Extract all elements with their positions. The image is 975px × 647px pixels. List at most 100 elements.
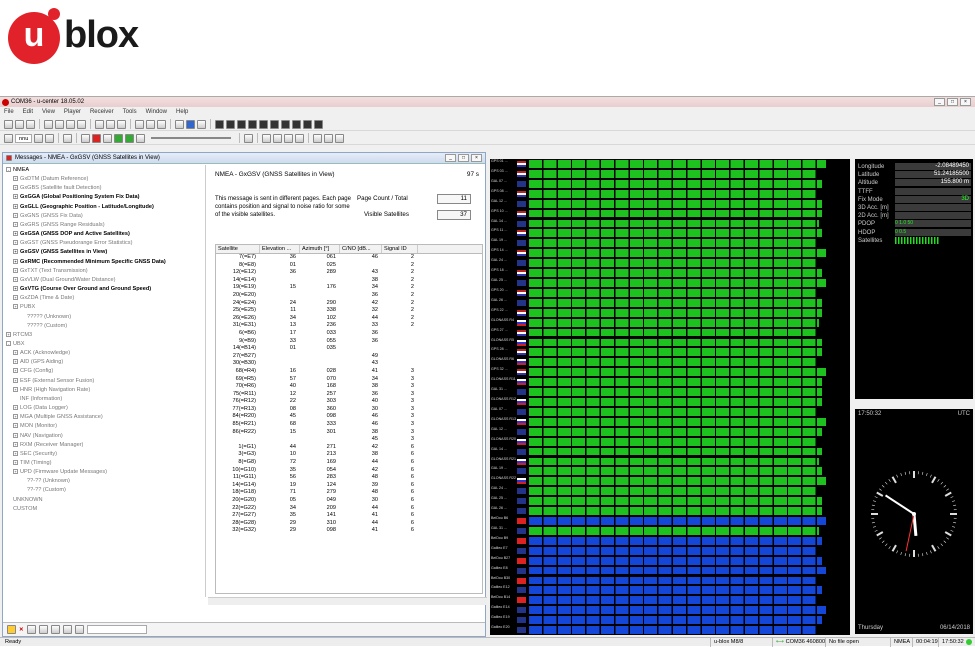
clock-icon[interactable] bbox=[270, 120, 279, 129]
export-icon[interactable] bbox=[75, 625, 84, 634]
column-header[interactable]: Signal ID bbox=[382, 245, 418, 253]
tree-item[interactable]: +GxVTG (Course Over Ground and Ground Sp… bbox=[3, 285, 205, 294]
expand-icon[interactable]: + bbox=[13, 176, 18, 181]
tree-item[interactable]: +GxGGA (Global Positioning System Fix Da… bbox=[3, 193, 205, 202]
tree-item[interactable]: +ACK (Acknowledge) bbox=[3, 349, 205, 358]
lock-icon[interactable] bbox=[117, 120, 126, 129]
search-icon[interactable] bbox=[34, 134, 43, 143]
tree-item[interactable]: +CFG (Config) bbox=[3, 367, 205, 376]
view-icon[interactable] bbox=[175, 120, 184, 129]
record-icon[interactable] bbox=[92, 134, 101, 143]
signal-icon[interactable] bbox=[248, 120, 257, 129]
minimize-button[interactable]: _ bbox=[934, 98, 945, 106]
tree-item[interactable]: +SEC (Security) bbox=[3, 450, 205, 459]
lock-icon[interactable] bbox=[106, 120, 115, 129]
expand-icon[interactable]: + bbox=[13, 213, 18, 218]
copy-icon[interactable] bbox=[66, 120, 75, 129]
tree-item[interactable]: +RXM (Receiver Manager) bbox=[3, 441, 205, 450]
menu-item[interactable]: Window bbox=[146, 109, 167, 115]
expand-icon[interactable]: + bbox=[13, 405, 18, 410]
save-icon[interactable] bbox=[15, 120, 24, 129]
expand-icon[interactable]: + bbox=[13, 249, 18, 254]
map-icon[interactable] bbox=[226, 120, 235, 129]
info-icon[interactable] bbox=[314, 120, 323, 129]
tree-item[interactable]: ????? (Unknown) bbox=[3, 313, 205, 322]
tree-item[interactable]: +MGA (Multiple GNSS Assistance) bbox=[3, 413, 205, 422]
menu-item[interactable]: Edit bbox=[23, 109, 33, 115]
tree-item[interactable]: UNKNOWN bbox=[3, 496, 205, 505]
marker-icon[interactable] bbox=[273, 134, 282, 143]
rewind-icon[interactable] bbox=[103, 134, 112, 143]
tree-item[interactable]: +GxGBS (Satellite fault Detection) bbox=[3, 184, 205, 193]
tree-item[interactable]: +NAV (Navigation) bbox=[3, 432, 205, 441]
cut-icon[interactable] bbox=[55, 120, 64, 129]
end-icon[interactable] bbox=[244, 134, 253, 143]
expand-icon[interactable]: + bbox=[13, 460, 18, 465]
forward-icon[interactable] bbox=[136, 134, 145, 143]
sky-view-icon[interactable] bbox=[215, 120, 224, 129]
detail-scrollbar[interactable] bbox=[208, 597, 487, 605]
tree-item[interactable]: ????? (Custom) bbox=[3, 322, 205, 331]
pause-icon[interactable] bbox=[81, 134, 90, 143]
expand-icon[interactable]: + bbox=[13, 469, 18, 474]
filter-icon[interactable] bbox=[63, 625, 72, 634]
step-icon[interactable] bbox=[125, 134, 134, 143]
deviation-icon[interactable] bbox=[237, 120, 246, 129]
expand-icon[interactable]: + bbox=[13, 231, 18, 236]
gauge-icon[interactable] bbox=[281, 120, 290, 129]
menu-item[interactable]: Tools bbox=[123, 109, 137, 115]
baud-select[interactable]: nnu bbox=[15, 134, 32, 143]
tool-icon[interactable] bbox=[324, 134, 333, 143]
satellite-icon[interactable] bbox=[303, 120, 312, 129]
tree-item[interactable]: +GxGSV (GNSS Satellites in View) bbox=[3, 248, 205, 257]
tree-item[interactable]: +ESF (External Sensor Fusion) bbox=[3, 377, 205, 386]
expand-icon[interactable]: + bbox=[13, 368, 18, 373]
tree-item[interactable]: +GxGST (GNSS Pseudorange Error Statistic… bbox=[3, 239, 205, 248]
tree-item[interactable]: ??-?? (Custom) bbox=[3, 486, 205, 495]
messages-maximize-button[interactable]: □ bbox=[458, 154, 469, 162]
window-icon[interactable] bbox=[146, 120, 155, 129]
expand-icon[interactable]: + bbox=[13, 423, 18, 428]
expand-icon[interactable]: + bbox=[13, 433, 18, 438]
tree-item[interactable]: +GxGRS (GNSS Range Residuals) bbox=[3, 221, 205, 230]
tree-item[interactable]: +HNR (High Navigation Rate) bbox=[3, 386, 205, 395]
expand-icon[interactable]: + bbox=[6, 332, 11, 337]
tree-item[interactable]: +TIM (Timing) bbox=[3, 459, 205, 468]
connect-icon[interactable] bbox=[4, 134, 13, 143]
expand-icon[interactable]: + bbox=[13, 286, 18, 291]
window-icon[interactable] bbox=[135, 120, 144, 129]
chart-icon[interactable] bbox=[186, 120, 195, 129]
tool-icon[interactable] bbox=[335, 134, 344, 143]
expand-icon[interactable]: + bbox=[13, 387, 18, 392]
expand-icon[interactable]: + bbox=[13, 442, 18, 447]
marker-icon[interactable] bbox=[262, 134, 271, 143]
tree-item[interactable]: +GxRMC (Recommended Minimum Specific GNS… bbox=[3, 258, 205, 267]
print-icon[interactable] bbox=[44, 120, 53, 129]
send-icon[interactable] bbox=[27, 625, 36, 634]
tree-item[interactable]: +GxDTM (Datum Reference) bbox=[3, 175, 205, 184]
expand-icon[interactable]: + bbox=[13, 204, 18, 209]
tree-item[interactable]: +GxVLW (Dual Ground/Water Distance) bbox=[3, 276, 205, 285]
tree-item[interactable]: -UBX bbox=[3, 340, 205, 349]
tree-item[interactable]: +PUBX bbox=[3, 303, 205, 312]
autobaud-icon[interactable] bbox=[45, 134, 54, 143]
delete-icon[interactable]: ✕ bbox=[19, 627, 24, 633]
column-header[interactable]: Satellite bbox=[216, 245, 260, 253]
tree-item[interactable]: +UPD (Firmware Update Messages) bbox=[3, 468, 205, 477]
menu-item[interactable]: View bbox=[42, 109, 55, 115]
tree-item[interactable]: +AID (GPS Aiding) bbox=[3, 358, 205, 367]
column-header[interactable]: Azimuth [°] bbox=[300, 245, 340, 253]
expand-icon[interactable]: + bbox=[13, 222, 18, 227]
tool-icon[interactable] bbox=[313, 134, 322, 143]
new-icon[interactable] bbox=[4, 120, 13, 129]
config-icon[interactable] bbox=[51, 625, 60, 634]
tree-item[interactable]: +LOG (Data Logger) bbox=[3, 404, 205, 413]
tree-item[interactable]: +GxGLL (Geographic Position - Latitude/L… bbox=[3, 203, 205, 212]
messages-close-button[interactable]: × bbox=[471, 154, 482, 162]
expand-icon[interactable]: + bbox=[13, 259, 18, 264]
expand-icon[interactable]: + bbox=[13, 359, 18, 364]
tree-item[interactable]: +RTCM3 bbox=[3, 331, 205, 340]
marker-icon[interactable] bbox=[295, 134, 304, 143]
messages-minimize-button[interactable]: _ bbox=[445, 154, 456, 162]
tree-item[interactable]: -NMEA bbox=[3, 166, 205, 175]
